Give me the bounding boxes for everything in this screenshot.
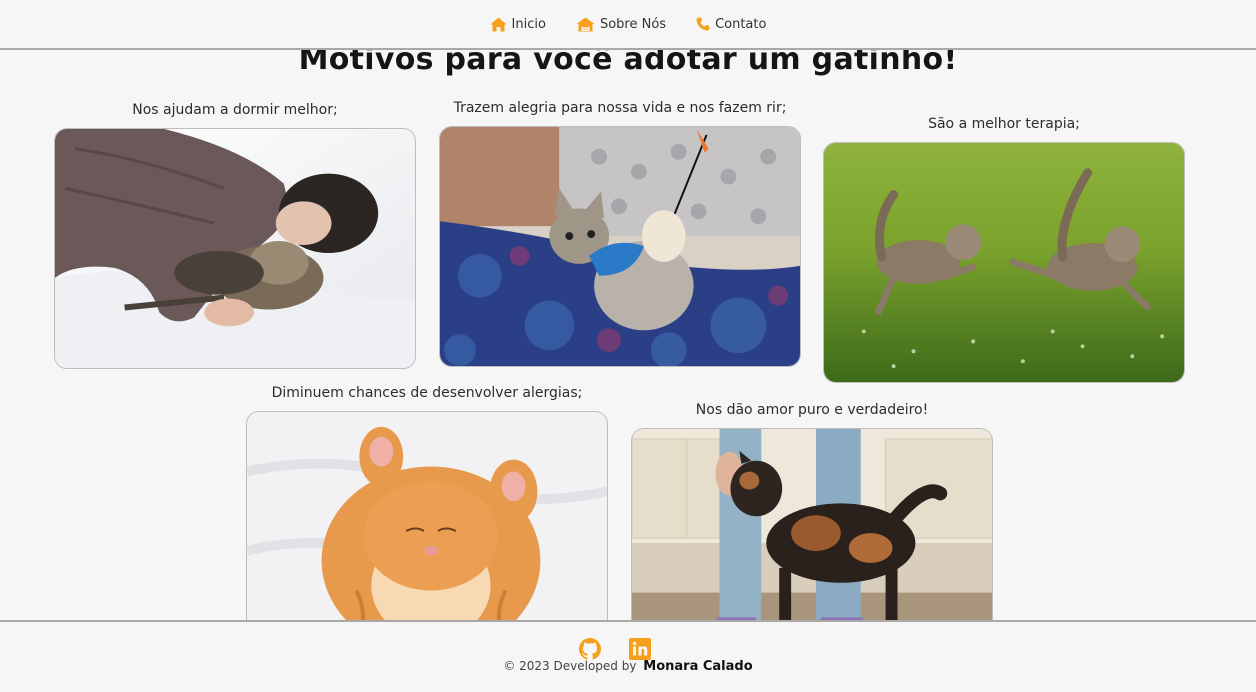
nav-label-sobre-nos: Sobre Nós (599, 16, 667, 32)
reason-card: São a melhor terapia; (823, 114, 1185, 383)
home-icon (490, 17, 507, 32)
nav-label-inicio: Inicio (511, 16, 546, 32)
reason-card: Nos ajudam a dormir melhor; (54, 100, 416, 369)
phone-icon (696, 17, 710, 31)
kitten-playing-with-toy-photo (439, 126, 801, 367)
copyright-text: © 2023 Developed by Monara Calado (0, 659, 1256, 674)
github-link[interactable] (578, 637, 602, 661)
card-caption: Trazem alegria para nossa vida e nos faz… (453, 100, 787, 116)
reason-card: Trazem alegria para nossa vida e nos faz… (439, 98, 801, 367)
nav-label-contato: Contato (715, 16, 767, 32)
footer: © 2023 Developed by Monara Calado (0, 620, 1256, 692)
nav-link-inicio[interactable]: Inicio (490, 17, 546, 32)
card-caption: São a melhor terapia; (928, 116, 1080, 132)
page: Inicio Sobre Nós Contato Motivos para vo… (0, 0, 1256, 692)
orange-kitten-sleeping-photo (246, 411, 608, 652)
kittens-running-on-grass-photo (823, 142, 1185, 383)
copyright-label: © 2023 Developed by (503, 659, 637, 673)
card-caption: Nos dão amor puro e verdadeiro! (695, 402, 929, 418)
social-links (578, 637, 652, 661)
top-navbar: Inicio Sobre Nós Contato (0, 0, 1256, 50)
nav-link-sobre-nos[interactable]: Sobre Nós (576, 17, 666, 32)
card-caption: Nos ajudam a dormir melhor; (132, 102, 338, 118)
reason-card: Diminuem chances de desenvolver alergias… (246, 383, 608, 652)
cat-house-icon (576, 17, 595, 32)
card-caption: Diminuem chances de desenvolver alergias… (271, 385, 583, 401)
woman-sleeping-with-cats-photo (54, 128, 416, 369)
nav-link-contato[interactable]: Contato (696, 17, 766, 32)
developer-name: Monara Calado (643, 659, 753, 674)
linkedin-link[interactable] (628, 637, 652, 661)
